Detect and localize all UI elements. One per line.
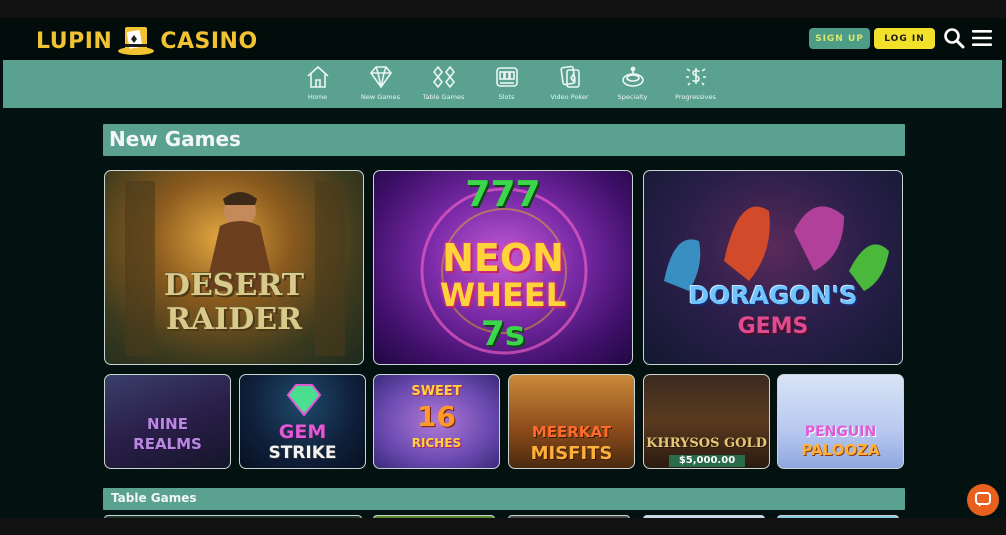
nav-item-table-games[interactable]: Table Games bbox=[412, 60, 475, 108]
sign-up-button[interactable]: SIGN UP bbox=[809, 28, 870, 49]
game-tile-gem-strike[interactable]: GEM STRIKE bbox=[239, 374, 366, 469]
table-game-tile-1[interactable] bbox=[104, 515, 362, 518]
desert-raider-title-line2: RAIDER bbox=[165, 302, 303, 337]
nav-item-new-games[interactable]: New Games bbox=[349, 60, 412, 108]
doragons-gems-title-line1: DORAGON'S bbox=[688, 281, 858, 310]
roulette-icon bbox=[621, 66, 644, 87]
site-header: LUPIN CASINO SIGN UP LOG IN bbox=[0, 18, 1006, 60]
penguin-palooza-title-line1: PENGUIN bbox=[804, 424, 877, 440]
hamburger-menu-icon[interactable] bbox=[972, 29, 992, 47]
nav-label-progressives: Progressives bbox=[675, 93, 716, 101]
search-icon[interactable] bbox=[943, 27, 965, 49]
diamond-icon bbox=[369, 66, 392, 89]
khrysos-gold-jackpot: $5,000.00 bbox=[669, 455, 745, 467]
nav-label-table-games: Table Games bbox=[422, 93, 465, 101]
penguin-palooza-title-line2: PALOOZA bbox=[801, 441, 880, 459]
game-tile-neon-wheel-7s[interactable]: 777 NEON WHEEL 7s bbox=[373, 170, 633, 365]
game-tile-meerkat-misfits[interactable]: MEERKAT MISFITS bbox=[508, 374, 635, 469]
nav-item-progressives[interactable]: Progressives bbox=[664, 60, 727, 108]
nav-label-specialty: Specialty bbox=[617, 93, 648, 101]
nav-item-slots[interactable]: Slots bbox=[475, 60, 538, 108]
gem-strike-title-line2: STRIKE bbox=[268, 443, 337, 463]
nav-label-home: Home bbox=[307, 93, 328, 101]
game-tile-doragons-gems[interactable]: DORAGON'S GEMS bbox=[643, 170, 903, 365]
chat-bubble-icon bbox=[975, 492, 991, 507]
table-game-tile-2[interactable] bbox=[373, 515, 495, 518]
neon-wheel-7s: 7s bbox=[481, 314, 525, 354]
new-games-heading: New Games bbox=[103, 124, 905, 156]
desert-raider-title-line1: DESERT bbox=[163, 268, 305, 303]
neon-wheel-777: 777 bbox=[465, 174, 541, 215]
video-poker-icon bbox=[559, 65, 580, 88]
category-nav: Home New Games Table Games Slots Video P… bbox=[3, 60, 1002, 108]
nav-item-specialty[interactable]: Specialty bbox=[601, 60, 664, 108]
meerkat-misfits-title-line2: MISFITS bbox=[530, 443, 613, 464]
sweet-16-title-line3: RICHES bbox=[411, 436, 462, 450]
neon-wheel-title-neon: NEON bbox=[442, 236, 564, 280]
gem-strike-title-line1: GEM bbox=[278, 421, 327, 443]
casino-site: LUPIN CASINO SIGN UP LOG IN Home New Gam… bbox=[0, 18, 1006, 518]
dollar-burst-icon bbox=[685, 68, 706, 86]
meerkat-misfits-title-line1: MEERKAT bbox=[531, 423, 612, 441]
lupin-casino-logo[interactable]: LUPIN CASINO bbox=[36, 24, 258, 58]
nine-realms-title-line2: REALMS bbox=[133, 435, 202, 453]
table-game-tile-4[interactable] bbox=[643, 515, 765, 518]
game-tile-khrysos-gold[interactable]: KHRYSOS GOLD $5,000.00 bbox=[643, 374, 770, 469]
nav-label-video-poker: Video Poker bbox=[550, 93, 589, 101]
cards-icon bbox=[432, 65, 455, 89]
home-icon bbox=[306, 65, 329, 88]
sweet-16-title-line2: 16 bbox=[417, 400, 456, 433]
live-chat-button[interactable] bbox=[967, 484, 999, 516]
game-tile-desert-raider[interactable]: DESERT RAIDER bbox=[104, 170, 364, 365]
nav-item-home[interactable]: Home bbox=[286, 60, 349, 108]
logo-text-left: LUPIN bbox=[36, 28, 113, 54]
log-in-button[interactable]: LOG IN bbox=[874, 28, 935, 49]
top-hat-card-icon bbox=[118, 27, 155, 55]
browser-frame: LUPIN CASINO SIGN UP LOG IN Home New Gam… bbox=[0, 0, 1006, 535]
game-tile-nine-realms[interactable]: NINE REALMS bbox=[104, 374, 231, 469]
gem-icon bbox=[286, 384, 322, 417]
table-games-heading: Table Games bbox=[103, 488, 905, 510]
nav-item-video-poker[interactable]: Video Poker bbox=[538, 60, 601, 108]
nine-realms-title-line1: NINE bbox=[147, 415, 188, 433]
nav-label-new-games: New Games bbox=[361, 93, 400, 101]
nav-label-slots: Slots bbox=[498, 93, 515, 101]
khrysos-gold-title: KHRYSOS GOLD bbox=[646, 436, 767, 451]
logo-text-right: CASINO bbox=[160, 28, 258, 54]
slot-machine-icon bbox=[495, 67, 518, 87]
game-tile-penguin-palooza[interactable]: PENGUIN PALOOZA bbox=[777, 374, 904, 469]
table-game-tile-5[interactable] bbox=[777, 515, 899, 518]
game-tile-sweet-16-riches[interactable]: SWEET 16 RICHES bbox=[373, 374, 500, 469]
sweet-16-title-line1: SWEET bbox=[411, 384, 462, 399]
doragons-gems-title-line2: GEMS bbox=[737, 314, 809, 339]
neon-wheel-title-wheel: WHEEL bbox=[439, 276, 567, 314]
table-game-tile-3[interactable] bbox=[508, 515, 630, 518]
